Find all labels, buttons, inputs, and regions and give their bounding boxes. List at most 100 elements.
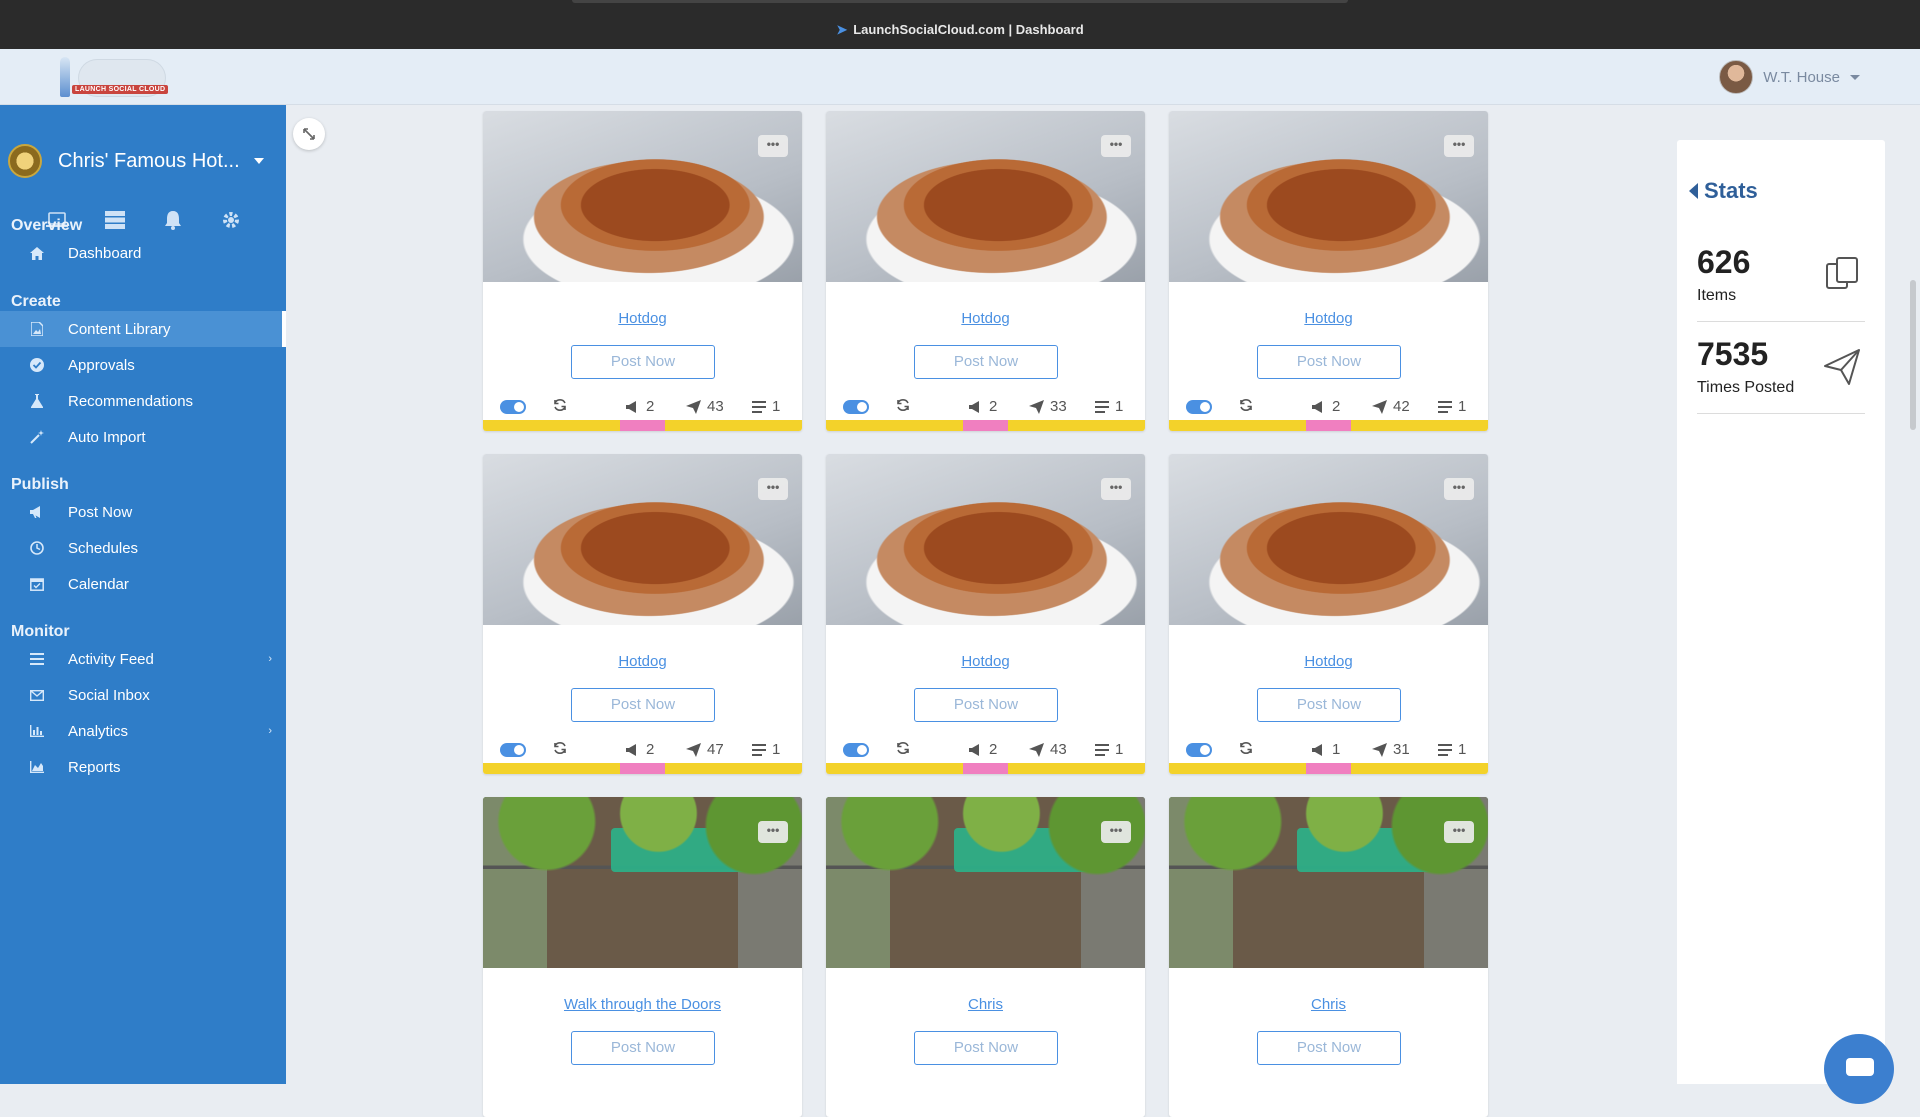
content-title-link[interactable]: Hotdog	[483, 653, 802, 670]
content-title-link[interactable]: Hotdog	[1169, 310, 1488, 327]
expand-collapse-button[interactable]	[293, 118, 325, 150]
more-options-icon[interactable]: •••	[758, 821, 788, 843]
posts-stat: 47	[686, 741, 724, 758]
category-color-bar	[1169, 420, 1488, 431]
content-card[interactable]: ••• Chris Post Now	[1169, 797, 1488, 1117]
sidebar-item-schedules[interactable]: Schedules	[0, 530, 286, 566]
sidebar-item-post-now[interactable]: Post Now	[0, 494, 286, 530]
stat-times-posted: 7535 Times Posted	[1697, 336, 1865, 414]
recycle-icon[interactable]	[553, 741, 567, 755]
post-now-button[interactable]: Post Now	[571, 1031, 715, 1065]
post-now-button[interactable]: Post Now	[914, 345, 1058, 379]
lines-icon	[752, 400, 766, 413]
calendar-icon	[30, 577, 44, 591]
sidebar: Chris' Famous Hot... Overview Dashboard …	[0, 105, 286, 1084]
sidebar-item-analytics[interactable]: Analytics ›	[0, 713, 286, 749]
content-title-link[interactable]: Hotdog	[826, 310, 1145, 327]
stat-items: 626 Items	[1697, 244, 1865, 322]
active-toggle[interactable]	[1186, 743, 1212, 757]
content-card[interactable]: ••• Chris Post Now	[826, 797, 1145, 1117]
content-card[interactable]: ••• Hotdog Post Now 2 43 1	[483, 111, 802, 431]
more-options-icon[interactable]: •••	[758, 135, 788, 157]
content-title-link[interactable]: Hotdog	[826, 653, 1145, 670]
gear-icon[interactable]	[218, 209, 244, 231]
more-options-icon[interactable]: •••	[1101, 135, 1131, 157]
server-icon[interactable]	[102, 209, 128, 231]
stats-panel: Stats 626 Items 7535 Times Posted	[1677, 140, 1885, 1084]
sidebar-item-calendar[interactable]: Calendar	[0, 566, 286, 602]
content-thumbnail[interactable]	[826, 111, 1145, 282]
lines-count: 1	[1115, 741, 1124, 758]
sidebar-item-auto-import[interactable]: Auto Import	[0, 419, 286, 455]
content-title-link[interactable]: Walk through the Doors	[483, 996, 802, 1013]
scrollbar[interactable]	[1910, 280, 1916, 430]
post-now-button[interactable]: Post Now	[1257, 345, 1401, 379]
account-logo	[8, 144, 42, 178]
post-now-button[interactable]: Post Now	[914, 1031, 1058, 1065]
more-options-icon[interactable]: •••	[1101, 821, 1131, 843]
shout-stat: 2	[969, 741, 997, 758]
post-now-button[interactable]: Post Now	[914, 688, 1058, 722]
post-now-button[interactable]: Post Now	[571, 688, 715, 722]
paper-plane-icon	[686, 399, 701, 414]
sidebar-item-recommendations[interactable]: Recommendations	[0, 383, 286, 419]
sidebar-item-dashboard[interactable]: Dashboard	[0, 235, 286, 271]
more-options-icon[interactable]: •••	[1444, 135, 1474, 157]
content-card[interactable]: ••• Hotdog Post Now 1 31 1	[1169, 454, 1488, 774]
content-card[interactable]: ••• Hotdog Post Now 2 43 1	[826, 454, 1145, 774]
category-color-segment	[1306, 420, 1351, 431]
content-title-link[interactable]: Hotdog	[483, 310, 802, 327]
content-thumbnail[interactable]	[1169, 111, 1488, 282]
content-thumbnail[interactable]	[483, 111, 802, 282]
app-header: LAUNCH SOCIAL CLOUD W.T. House	[0, 49, 1920, 105]
more-options-icon[interactable]: •••	[1444, 821, 1474, 843]
chevron-down-icon	[253, 158, 264, 164]
chat-widget-button[interactable]	[1824, 1034, 1894, 1104]
content-title-link[interactable]: Chris	[826, 996, 1145, 1013]
active-toggle[interactable]	[1186, 400, 1212, 414]
sidebar-item-activity-feed[interactable]: Activity Feed ›	[0, 641, 286, 677]
post-now-button[interactable]: Post Now	[1257, 688, 1401, 722]
category-color-segment	[620, 420, 665, 431]
sidebar-item-approvals[interactable]: Approvals	[0, 347, 286, 383]
stats-header[interactable]: Stats	[1689, 178, 1758, 204]
recycle-icon[interactable]	[1239, 398, 1253, 412]
recycle-icon[interactable]	[896, 741, 910, 755]
recycle-icon[interactable]	[553, 398, 567, 412]
shout-count: 2	[1332, 398, 1341, 415]
bell-icon[interactable]	[160, 209, 186, 231]
more-options-icon[interactable]: •••	[1101, 478, 1131, 500]
window-title: ➤ LaunchSocialCloud.com | Dashboard	[0, 22, 1920, 38]
content-thumbnail[interactable]	[826, 797, 1145, 968]
active-toggle[interactable]	[500, 743, 526, 757]
content-card[interactable]: ••• Hotdog Post Now 2 42 1	[1169, 111, 1488, 431]
active-toggle[interactable]	[500, 400, 526, 414]
section-publish: Publish	[11, 476, 69, 493]
post-now-button[interactable]: Post Now	[1257, 1031, 1401, 1065]
content-title-link[interactable]: Chris	[1169, 996, 1488, 1013]
post-now-button[interactable]: Post Now	[571, 345, 715, 379]
more-options-icon[interactable]: •••	[1444, 478, 1474, 500]
user-menu[interactable]: W.T. House	[1719, 59, 1860, 95]
active-toggle[interactable]	[843, 743, 869, 757]
active-toggle[interactable]	[843, 400, 869, 414]
launchsocialcloud-logo[interactable]: LAUNCH SOCIAL CLOUD	[52, 53, 170, 101]
sidebar-item-reports[interactable]: Reports	[0, 749, 286, 785]
content-thumbnail[interactable]	[1169, 454, 1488, 625]
list-icon	[30, 652, 44, 666]
sidebar-item-content-library[interactable]: Content Library	[0, 311, 286, 347]
content-card[interactable]: ••• Walk through the Doors Post Now	[483, 797, 802, 1117]
content-thumbnail[interactable]	[1169, 797, 1488, 968]
recycle-icon[interactable]	[896, 398, 910, 412]
account-switcher[interactable]: Chris' Famous Hot...	[8, 141, 278, 181]
more-options-icon[interactable]: •••	[758, 478, 788, 500]
content-thumbnail[interactable]	[483, 797, 802, 968]
sidebar-item-social-inbox[interactable]: Social Inbox	[0, 677, 286, 713]
posts-count: 47	[707, 741, 724, 758]
content-card[interactable]: ••• Hotdog Post Now 2 33 1	[826, 111, 1145, 431]
content-thumbnail[interactable]	[826, 454, 1145, 625]
content-thumbnail[interactable]	[483, 454, 802, 625]
content-title-link[interactable]: Hotdog	[1169, 653, 1488, 670]
content-card[interactable]: ••• Hotdog Post Now 2 47 1	[483, 454, 802, 774]
recycle-icon[interactable]	[1239, 741, 1253, 755]
